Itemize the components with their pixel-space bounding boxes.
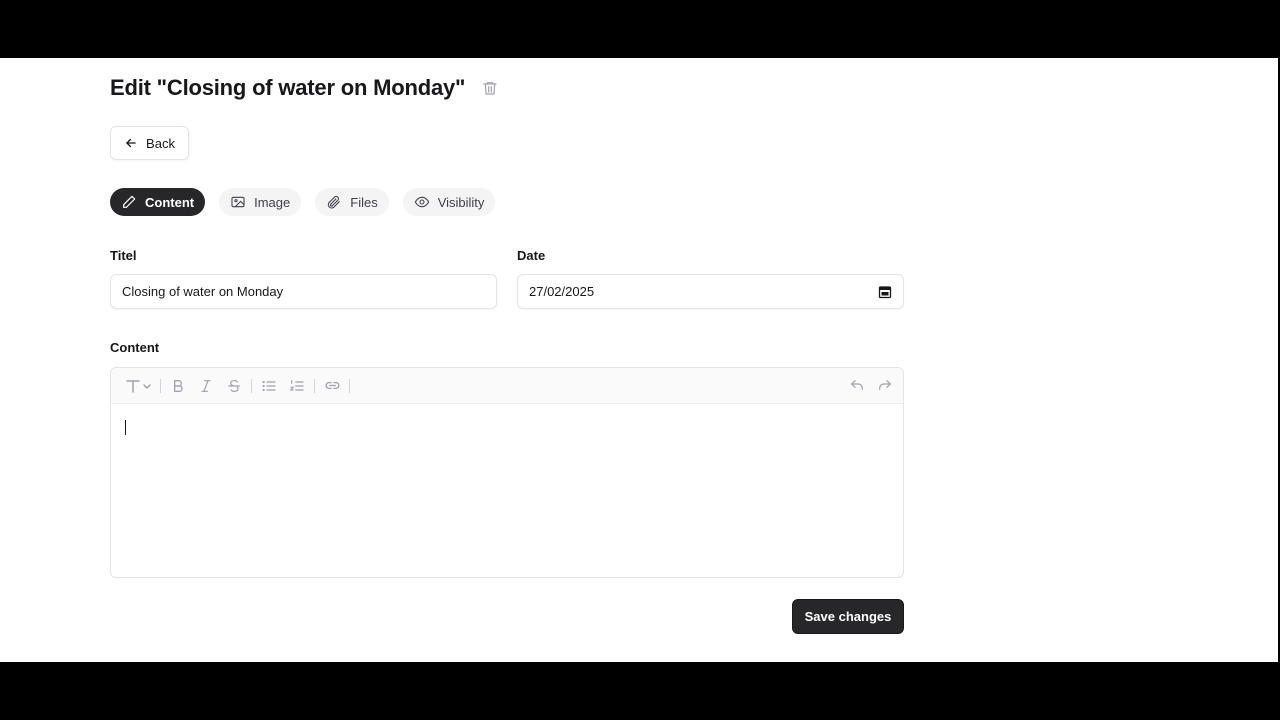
bullet-list-icon[interactable] xyxy=(255,374,283,398)
toolbar-divider xyxy=(314,378,315,393)
tab-label: Image xyxy=(254,194,291,210)
italic-icon[interactable] xyxy=(192,374,220,398)
tab-label: Files xyxy=(350,194,378,210)
trash-icon[interactable] xyxy=(481,79,499,97)
paperclip-icon xyxy=(326,194,342,210)
toolbar-divider xyxy=(251,378,252,393)
content-field-label: Content xyxy=(110,340,160,355)
tab-bar: Content Image Files Visibility xyxy=(110,188,496,216)
title-input[interactable]: Closing of water on Monday xyxy=(110,274,497,309)
title-input-value: Closing of water on Monday xyxy=(122,284,284,299)
text-style-icon[interactable] xyxy=(121,374,157,398)
letterbox-bottom xyxy=(0,662,1280,720)
redo-icon[interactable] xyxy=(871,374,899,398)
title-field-label: Titel xyxy=(110,248,137,263)
arrow-left-icon xyxy=(124,136,138,150)
date-input-value: 27/02/2025 xyxy=(529,284,595,299)
editor-toolbar xyxy=(111,368,903,404)
bold-icon[interactable] xyxy=(164,374,192,398)
link-icon[interactable] xyxy=(318,374,346,398)
save-changes-button[interactable]: Save changes xyxy=(792,599,904,634)
tab-image[interactable]: Image xyxy=(219,188,302,216)
rich-text-editor xyxy=(110,367,904,578)
date-field-label: Date xyxy=(517,248,546,263)
tab-visibility[interactable]: Visibility xyxy=(402,188,496,216)
text-caret xyxy=(125,420,126,435)
pencil-icon xyxy=(121,194,137,210)
date-input[interactable]: 27/02/2025 xyxy=(517,274,904,309)
strikethrough-icon[interactable] xyxy=(220,374,248,398)
tab-label: Content xyxy=(145,194,195,210)
back-label: Back xyxy=(146,135,175,151)
calendar-icon[interactable] xyxy=(878,285,892,299)
toolbar-divider xyxy=(160,378,161,393)
letterbox-top xyxy=(0,0,1280,58)
editor-content-area[interactable] xyxy=(111,404,903,577)
back-button[interactable]: Back xyxy=(110,126,189,160)
toolbar-divider xyxy=(349,378,350,393)
tab-files[interactable]: Files xyxy=(315,188,389,216)
image-icon xyxy=(230,194,246,210)
history-controls xyxy=(843,374,899,398)
tab-label: Visibility xyxy=(437,194,485,210)
edit-page: Edit "Closing of water on Monday" Back C… xyxy=(0,58,1278,662)
numbered-list-icon[interactable] xyxy=(283,374,311,398)
page-title: Edit "Closing of water on Monday" xyxy=(110,75,466,100)
eye-icon xyxy=(414,194,430,210)
tab-content[interactable]: Content xyxy=(110,188,206,216)
title-row: Edit "Closing of water on Monday" xyxy=(110,74,499,102)
undo-icon[interactable] xyxy=(843,374,871,398)
